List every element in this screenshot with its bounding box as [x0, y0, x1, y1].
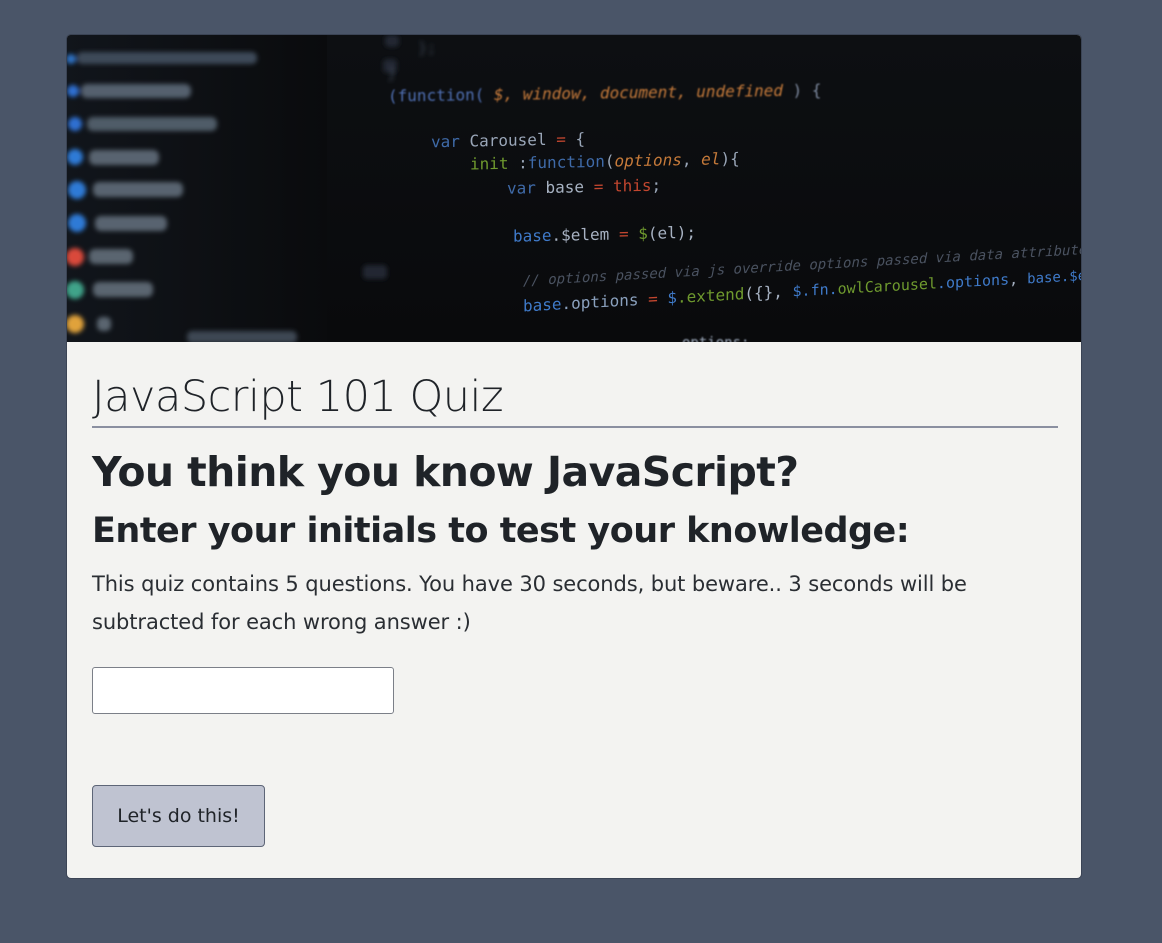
quiz-subheadline: Enter your initials to test your knowled… [92, 511, 910, 551]
svg-text:}: } [387, 63, 397, 82]
code-editor-graphic: }; } (function( $, window, document, und… [67, 35, 1081, 342]
quiz-title: JavaScript 101 Quiz [92, 342, 1058, 428]
initials-input[interactable] [92, 667, 394, 714]
quiz-headline: You think you know JavaScript? [92, 448, 799, 496]
svg-text:var Carousel = {: var Carousel = { [431, 129, 585, 151]
svg-text:base.$elem = $(el);: base.$elem = $(el); [513, 223, 696, 246]
svg-text:options;: options; [682, 335, 749, 342]
quiz-instructions: This quiz contains 5 questions. You have… [92, 572, 967, 634]
start-quiz-button[interactable]: Let's do this! [92, 785, 265, 847]
svg-text:var base = this;: var base = this; [507, 176, 661, 198]
quiz-intro: JavaScript 101 Quiz You think you know J… [92, 342, 1058, 847]
code-editor-image: }; } (function( $, window, document, und… [67, 35, 1081, 342]
svg-text:init :function(options, el){: init :function(options, el){ [470, 149, 740, 174]
quiz-card: }; } (function( $, window, document, und… [66, 34, 1082, 879]
svg-text:(function( $, window, document: (function( $, window, document, undefine… [388, 80, 821, 105]
svg-text:};: }; [418, 39, 436, 57]
